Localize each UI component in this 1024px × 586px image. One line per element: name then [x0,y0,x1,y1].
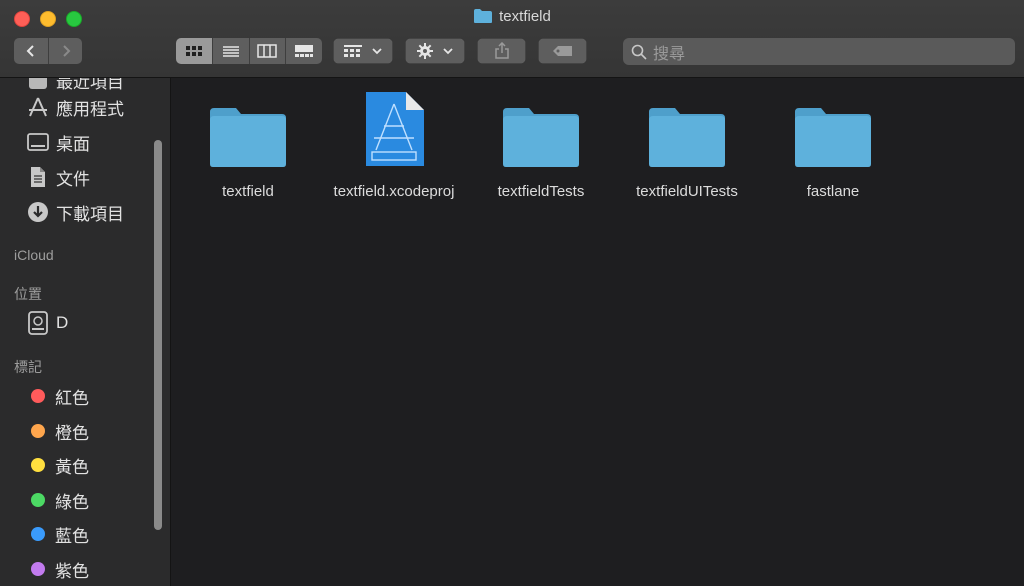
nav-buttons [14,38,82,64]
tag-dot-icon [31,389,45,403]
tag-icon [552,46,572,56]
sidebar-item-label: 文件 [56,169,90,189]
file-icon-grid: textfield textfield.xcodeproj textfieldT… [171,78,1024,586]
sidebar-item-disk-d[interactable]: D [26,309,68,337]
sidebar-item-label: 最近項目 [56,78,124,92]
applications-icon [26,95,50,119]
icon-view-icon [185,46,202,56]
file-name: textfieldUITests [636,183,738,200]
file-name: textfield.xcodeproj [333,183,455,200]
action-button[interactable] [405,38,465,64]
folder-icon [173,90,323,168]
window-title: textfield [0,8,1024,28]
file-item-folder[interactable]: textfieldUITests [612,90,762,202]
sidebar-item-label: 紫色 [55,561,89,581]
forward-button[interactable] [49,38,82,64]
sidebar-item-label: 黃色 [55,457,89,477]
desktop-icon [26,130,50,154]
search-placeholder: 搜尋 [653,45,686,63]
tag-dot-icon [31,458,45,472]
sidebar-tag-green[interactable]: 綠色 [26,486,89,514]
file-name: textfieldTests [497,183,585,200]
file-item-folder[interactable]: fastlane [758,90,908,202]
tag-dot-icon [31,493,45,507]
view-mode-control [176,38,322,64]
sidebar-tag-yellow[interactable]: 黃色 [26,451,89,479]
column-view-button[interactable] [249,38,287,64]
list-view-button[interactable] [212,38,250,64]
tag-dot-icon [31,527,45,541]
share-button[interactable] [477,38,526,64]
gear-icon [417,43,433,59]
chevron-right-icon [62,45,70,57]
file-item-xcodeproj[interactable]: textfield.xcodeproj [319,90,469,202]
search-field[interactable]: 搜尋 [623,38,1015,65]
tags-header: 標記 [14,359,42,375]
tag-dot-icon [31,562,45,576]
documents-icon [26,165,50,189]
folder-icon [612,90,762,168]
sidebar-item-label: 應用程式 [56,99,124,119]
gallery-view-icon [295,45,314,57]
folder-icon [466,90,616,168]
sidebar-scrollbar[interactable] [154,140,162,530]
sidebar-tag-orange[interactable]: 橙色 [26,417,89,445]
search-icon [631,44,647,60]
sidebar-item-label: 橙色 [55,423,89,443]
tag-button[interactable] [538,38,587,64]
list-view-icon [222,46,239,57]
icloud-header: iCloud [14,247,54,263]
sidebar-tag-blue[interactable]: 藍色 [26,520,89,548]
group-by-button[interactable] [333,38,393,64]
downloads-icon [26,200,50,224]
file-item-folder[interactable]: textfield [173,90,323,202]
sidebar-item-label: 紅色 [55,388,89,408]
group-icon [344,45,362,57]
sidebar-item-downloads[interactable]: 下載項目 [26,198,124,226]
sidebar-item-label: 綠色 [55,492,89,512]
folder-icon [758,90,908,168]
xcode-project-icon [319,90,469,168]
sidebar-tag-purple[interactable]: 紫色 [26,555,89,583]
chevron-down-icon [443,48,453,55]
toolbar: textfield 搜尋 [0,0,1024,78]
sidebar-item-label: D [56,313,69,332]
sidebar-tag-red[interactable]: 紅色 [26,382,89,410]
sidebar-item-label: 下載項目 [56,204,124,224]
tag-dot-icon [31,424,45,438]
recents-icon [26,78,50,92]
file-name: textfield [222,183,274,200]
finder-window: textfield 搜尋 最近項目 應用程式 桌面 文件 下載項目 iCloud… [0,0,1024,586]
disk-icon [26,311,50,335]
icon-view-button[interactable] [176,38,213,64]
sidebar-item-applications[interactable]: 應用程式 [26,93,124,121]
chevron-left-icon [26,45,34,57]
back-button[interactable] [14,38,49,64]
file-name: fastlane [806,183,860,200]
gallery-view-button[interactable] [286,38,322,64]
sidebar-item-documents[interactable]: 文件 [26,163,90,191]
sidebar-item-label: 藍色 [55,526,89,546]
file-item-folder[interactable]: textfieldTests [466,90,616,202]
window-title-text: textfield [499,8,551,25]
sidebar: 最近項目 應用程式 桌面 文件 下載項目 iCloud 位置 D 標記 紅色 橙… [0,78,170,586]
column-view-icon [257,44,278,58]
share-icon [494,42,509,59]
sidebar-item-desktop[interactable]: 桌面 [26,128,90,156]
folder-icon [473,8,493,28]
sidebar-item-recents[interactable]: 最近項目 [26,78,124,94]
sidebar-item-label: 桌面 [56,134,90,154]
locations-header: 位置 [14,286,42,302]
chevron-down-icon [372,48,382,55]
